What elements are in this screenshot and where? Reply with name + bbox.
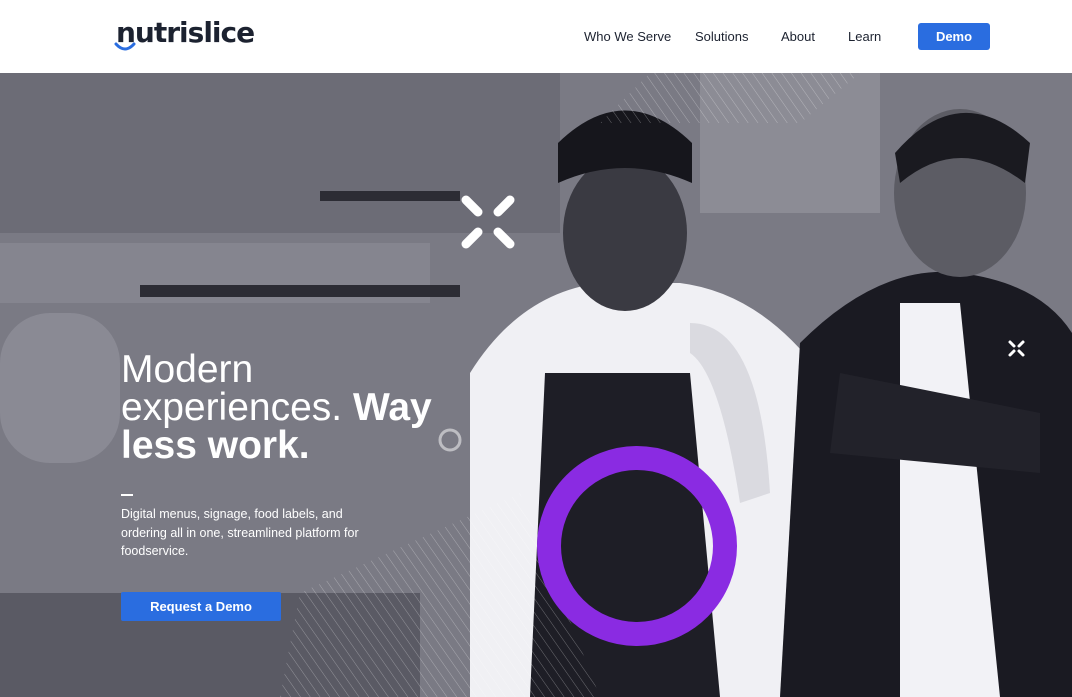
site-header: nutrislice Who We Serve Solutions About … xyxy=(0,0,1072,73)
hero-title: Modern experiences. Way less work. xyxy=(121,348,481,467)
hero-title-light: Modern experiences. xyxy=(121,348,343,429)
nav-learn[interactable]: Learn xyxy=(848,29,881,44)
hero-subtitle: Digital menus, signage, food labels, and… xyxy=(121,507,359,558)
hero-title-bold-1: Way xyxy=(352,386,432,429)
hero-divider xyxy=(121,494,133,496)
logo[interactable]: nutrislice xyxy=(116,16,255,49)
demo-button[interactable]: Demo xyxy=(918,23,990,50)
request-demo-button[interactable]: Request a Demo xyxy=(121,592,281,621)
hero-title-bold-2: less work. xyxy=(121,424,310,467)
nav-who-we-serve[interactable]: Who We Serve xyxy=(584,29,671,44)
nav-about[interactable]: About xyxy=(781,29,815,44)
nav-solutions[interactable]: Solutions xyxy=(695,29,748,44)
hero-section: Modern experiences. Way less work. Digit… xyxy=(0,73,1072,697)
logo-smile-icon xyxy=(114,42,136,51)
